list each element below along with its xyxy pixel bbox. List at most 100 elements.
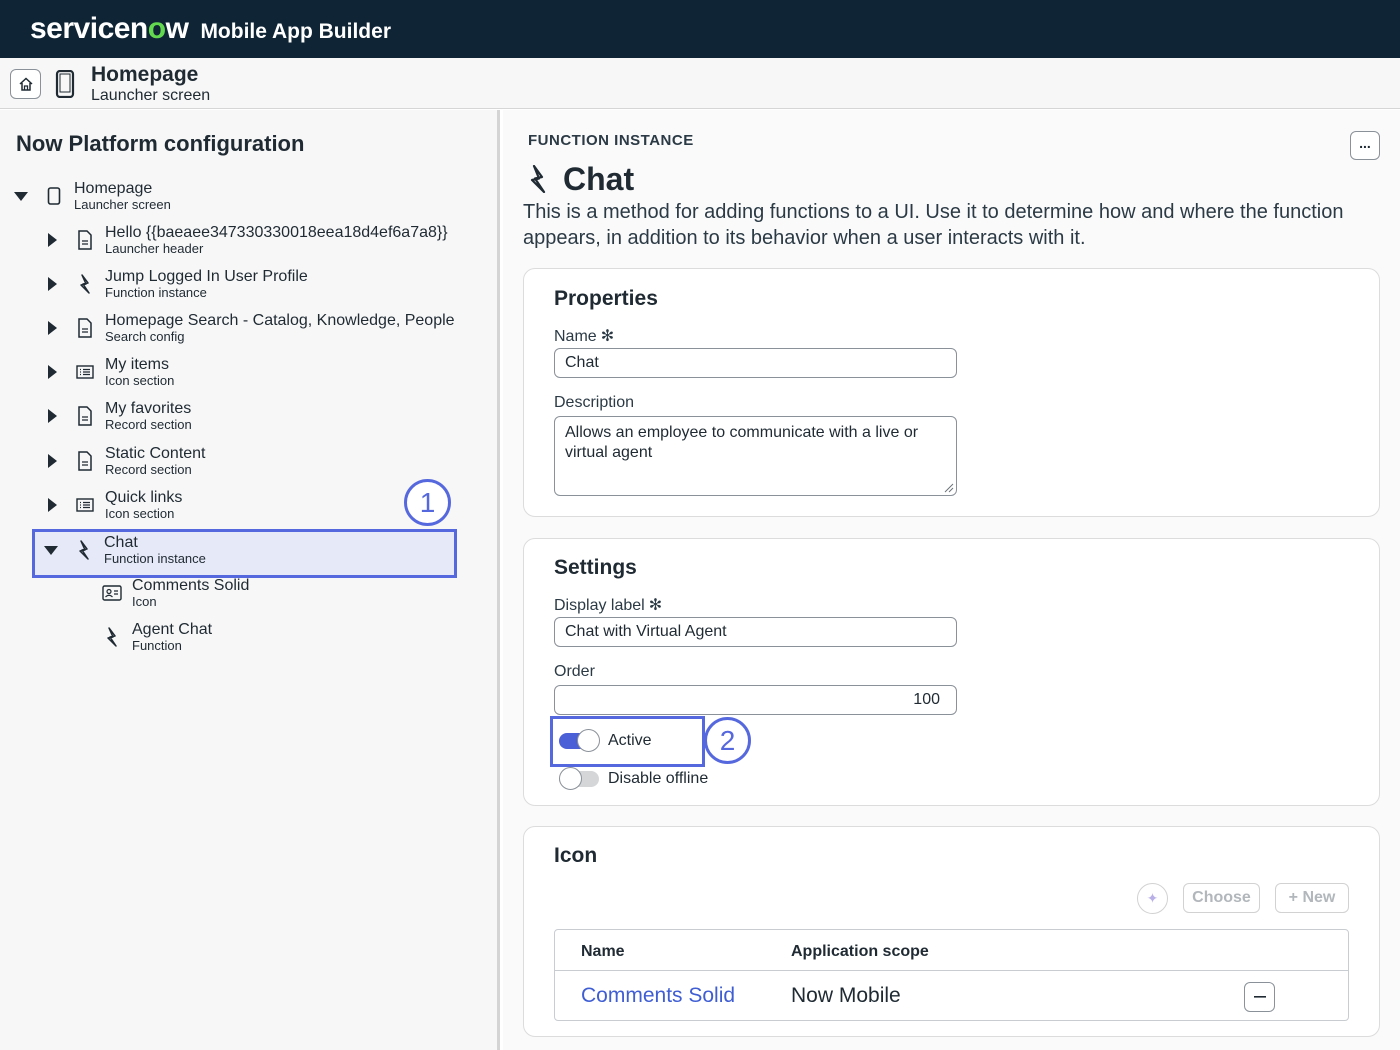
divider xyxy=(555,970,1348,971)
detail-description: This is a method for adding functions to… xyxy=(523,201,1344,249)
list-icon xyxy=(75,361,95,383)
tree-item-label: Static Content xyxy=(105,445,206,462)
expand-toggle[interactable] xyxy=(45,454,59,468)
tree-item-jump-profile[interactable]: Jump Logged In User Profile Function inst… xyxy=(45,264,308,304)
bolt-icon xyxy=(530,165,546,193)
description-label: Description xyxy=(554,394,635,411)
tree-item-static-content[interactable]: Static Content Record section xyxy=(45,441,206,481)
expand-toggle[interactable] xyxy=(45,277,59,291)
tree-item-type: Launcher screen xyxy=(74,197,171,212)
toggle-knob xyxy=(577,729,600,752)
expand-toggle[interactable] xyxy=(45,233,59,247)
disable-offline-label: Disable offline xyxy=(608,770,709,787)
more-options-button[interactable]: ... xyxy=(1350,131,1380,160)
tree-item-label: My items xyxy=(105,356,169,373)
panel-title: Now Platform configuration xyxy=(16,131,305,156)
document-icon xyxy=(75,229,95,251)
tree-item-quick-links[interactable]: Quick links Icon section xyxy=(45,485,182,525)
remove-row-button[interactable] xyxy=(1244,982,1275,1012)
tree-item-type: Icon xyxy=(132,594,157,609)
contact-card-icon xyxy=(102,582,122,604)
tree-item-homepage[interactable]: Homepage Launcher screen xyxy=(14,176,171,216)
tree-item-type: Icon section xyxy=(105,373,175,388)
phone-icon xyxy=(44,185,64,207)
tree-item-homepage-search[interactable]: Homepage Search - Catalog, Knowledge, Pe… xyxy=(45,308,455,348)
document-icon xyxy=(75,317,95,339)
tree-item-label: Chat xyxy=(104,534,138,551)
bolt-icon xyxy=(75,273,95,295)
display-label-input[interactable] xyxy=(554,617,957,647)
resize-handle-icon[interactable] xyxy=(944,483,954,493)
icon-name-link[interactable]: Comments Solid xyxy=(581,984,735,1008)
tree-item-type: Search config xyxy=(105,329,185,344)
tree-item-label: Jump Logged In User Profile xyxy=(105,268,308,285)
card-title: Settings xyxy=(554,556,637,579)
name-input[interactable] xyxy=(554,348,957,378)
tree-item-type: Record section xyxy=(105,462,192,477)
tree-item-label: Agent Chat xyxy=(132,621,213,638)
callout-2: 2 xyxy=(704,717,751,764)
required-icon: ✻ xyxy=(648,597,663,614)
tree-item-type: Icon section xyxy=(105,506,175,521)
phone-icon xyxy=(55,70,75,98)
tree-item-label: My favorites xyxy=(105,400,192,417)
bolt-icon xyxy=(74,539,94,561)
tree-item-type: Function instance xyxy=(104,551,206,566)
tree-item-label: Quick links xyxy=(105,489,183,506)
brand: servicenow Mobile App Builder xyxy=(30,12,391,46)
tree-item-type: Function instance xyxy=(105,285,207,300)
home-icon xyxy=(18,77,33,91)
tree-item-type: Launcher header xyxy=(105,241,204,256)
description-textarea[interactable]: Allows an employee to communicate with a… xyxy=(554,416,957,496)
tree-item-agent-chat[interactable]: Agent Chat Function xyxy=(86,617,212,657)
display-label-label: Display label ✻ xyxy=(554,597,663,614)
tree-item-my-favorites[interactable]: My favorites Record section xyxy=(45,396,192,436)
ai-suggest-button[interactable]: ✦ xyxy=(1137,883,1168,914)
tree-item-label: Hello {{baeaee347330330018eea18d4ef6a7a8… xyxy=(105,224,448,241)
name-label: Name ✻ xyxy=(554,328,615,345)
application-scope-cell: Now Mobile xyxy=(791,984,901,1007)
disable-offline-toggle[interactable] xyxy=(559,767,599,790)
tree-item-label: Homepage Search - Catalog, Knowledge, Pe… xyxy=(105,312,455,329)
toggle-knob xyxy=(559,767,582,790)
expand-toggle[interactable] xyxy=(45,498,59,512)
tree-item-hello[interactable]: Hello {{baeaee347330330018eea18d4ef6a7a8… xyxy=(45,220,448,260)
servicenow-logo: servicenow xyxy=(30,12,189,45)
callout-1: 1 xyxy=(404,479,451,526)
active-label: Active xyxy=(608,732,652,749)
minus-icon xyxy=(1253,996,1266,998)
page-subtitle: Launcher screen xyxy=(91,87,211,104)
expand-toggle[interactable] xyxy=(45,321,59,335)
expand-toggle[interactable] xyxy=(44,543,58,557)
tree-item-type: Function xyxy=(132,638,182,653)
tree-item-chat[interactable]: Chat Function instance xyxy=(44,530,206,570)
tree-item-my-items[interactable]: My items Icon section xyxy=(45,352,174,392)
card-title: Properties xyxy=(554,287,658,310)
expand-toggle[interactable] xyxy=(14,189,28,203)
document-icon xyxy=(75,450,95,472)
tree-item-comments-solid[interactable]: Comments Solid Icon xyxy=(86,573,249,613)
required-icon: ✻ xyxy=(600,328,615,345)
detail-title: Chat xyxy=(563,161,635,197)
home-button[interactable] xyxy=(10,69,41,99)
tree-item-type: Record section xyxy=(105,417,192,432)
tree-item-label: Homepage xyxy=(74,180,153,197)
sub-header: Homepage Launcher screen xyxy=(0,58,1400,109)
top-bar: servicenow Mobile App Builder xyxy=(0,0,1400,58)
order-label: Order xyxy=(554,663,595,680)
column-header-scope: Application scope xyxy=(791,943,929,960)
section-label: FUNCTION INSTANCE xyxy=(528,132,694,149)
active-toggle[interactable] xyxy=(559,729,600,752)
icon-table: Name Application scope Comments Solid No… xyxy=(554,929,1349,1021)
new-button[interactable]: + New xyxy=(1275,883,1349,913)
list-icon xyxy=(75,494,95,516)
bolt-icon xyxy=(102,626,122,648)
card-title: Icon xyxy=(554,844,598,867)
expand-toggle[interactable] xyxy=(45,409,59,423)
page-title: Homepage xyxy=(91,63,199,86)
sparkle-icon: ✦ xyxy=(1146,890,1159,906)
choose-button[interactable]: Choose xyxy=(1183,883,1260,913)
expand-toggle[interactable] xyxy=(45,365,59,379)
document-icon xyxy=(75,405,95,427)
order-input[interactable] xyxy=(554,685,957,715)
